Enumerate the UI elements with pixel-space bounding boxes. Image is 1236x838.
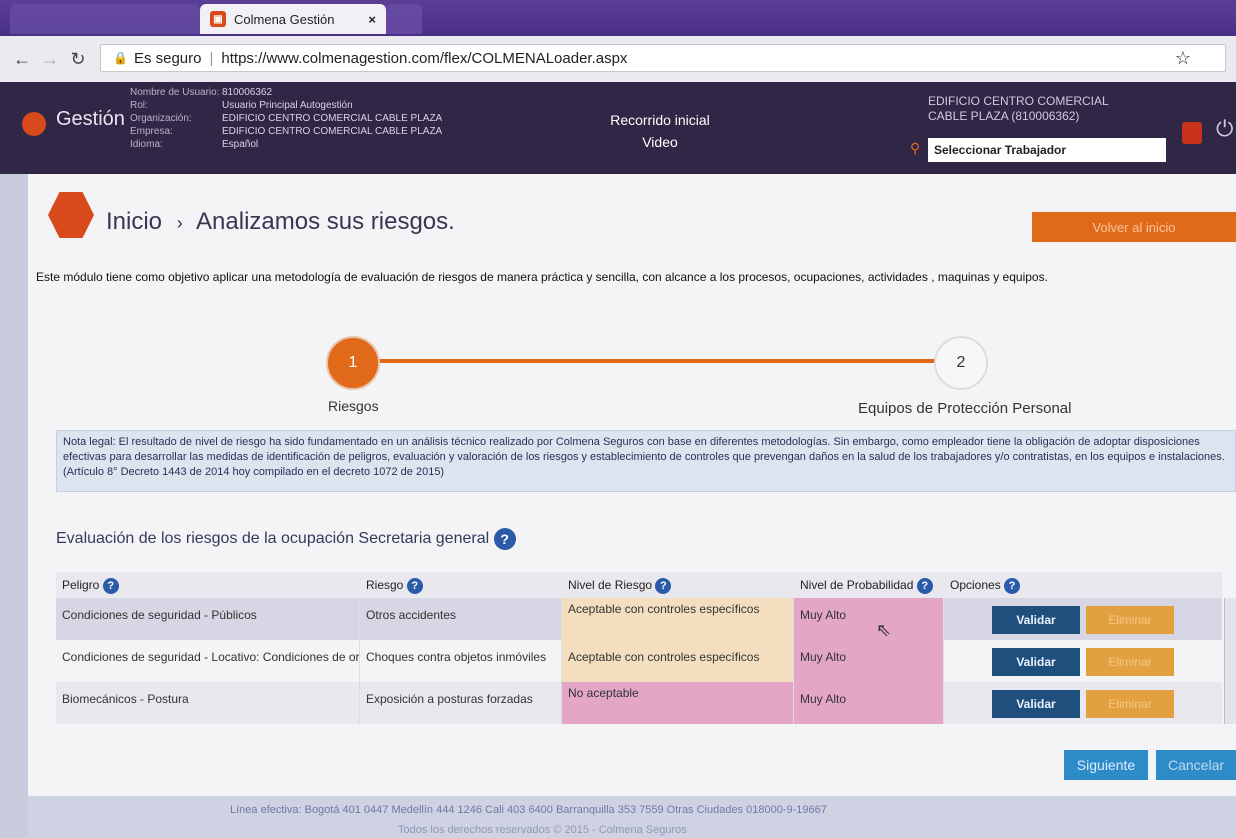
reload-icon[interactable]: ↻ (64, 49, 92, 70)
delete-button[interactable]: Eliminar (1086, 648, 1174, 676)
table-header: Peligro ? Riesgo ? Nivel de Riesgo ? Niv… (56, 572, 1222, 599)
tab-previous[interactable] (10, 4, 200, 34)
cell-nivel-riesgo: Aceptable con controles específicos (562, 598, 794, 640)
cell-peligro: Biomecánicos - Postura (56, 682, 360, 724)
step-1-label: Riesgos (328, 398, 379, 414)
forward-arrow-icon[interactable]: → (36, 49, 64, 70)
address-bar[interactable]: 🔒 Es seguro | https://www.colmenagestion… (100, 44, 1226, 72)
breadcrumb-current: Analizamos sus riesgos. (196, 208, 455, 235)
help-icon[interactable]: ? (1004, 578, 1021, 594)
bookmark-star-icon[interactable]: ☆ (1175, 48, 1191, 69)
cell-nivel-probabilidad: Muy Alto (794, 682, 944, 724)
cell-riesgo: Exposición a posturas forzadas (360, 682, 562, 724)
back-to-home-button[interactable]: Volver al inicio (1032, 212, 1236, 242)
help-icon[interactable]: ? (406, 578, 423, 594)
value-language: Español (222, 139, 259, 150)
legal-note: Nota legal: El resultado de nivel de rie… (56, 430, 1236, 492)
evaluation-title: Evaluación de los riesgos de la ocupació… (56, 528, 516, 550)
validate-button[interactable]: Validar (992, 690, 1080, 718)
cell-peligro: Condiciones de seguridad - Locativo: Con… (56, 640, 360, 682)
intro-text: Este módulo tiene como objetivo aplicar … (36, 270, 1048, 284)
browser-tab-strip: ▣ Colmena Gestión × (0, 0, 1236, 36)
col-nivel-probabilidad: Nivel de Probabilidad ? (800, 578, 933, 594)
label-language: Idioma: (130, 139, 163, 150)
tab-title: Colmena Gestión (234, 11, 335, 27)
breadcrumb-separator: › (176, 213, 183, 233)
table-row[interactable]: Condiciones de seguridad - Públicos Otro… (56, 598, 1222, 640)
tour-link[interactable]: Recorrido inicial (590, 112, 730, 128)
cell-nivel-riesgo: No aceptable (562, 682, 794, 724)
col-opciones: Opciones ? (950, 578, 1021, 594)
step-1-circle[interactable]: 1 (326, 336, 380, 390)
video-link[interactable]: Video (590, 134, 730, 150)
logo-text: Gestión (56, 108, 125, 130)
validate-button[interactable]: Validar (992, 606, 1080, 634)
label-company: Empresa: (130, 126, 173, 137)
label-organization: Organización: (130, 113, 192, 124)
table-scrollbar[interactable] (1224, 598, 1236, 724)
help-icon[interactable]: ? (916, 578, 933, 594)
url-text: https://www.colmenagestion.com/flex/COLM… (221, 49, 628, 67)
mouse-cursor-icon: ⇖ (876, 620, 892, 640)
colmena-logo-icon (22, 112, 46, 136)
col-peligro: Peligro ? (62, 578, 119, 594)
cell-riesgo: Choques contra objetos inmóviles (360, 640, 562, 682)
next-button[interactable]: Siguiente (1064, 750, 1148, 780)
delete-button[interactable]: Eliminar (1086, 690, 1174, 718)
cancel-button[interactable]: Cancelar (1156, 750, 1236, 780)
footer-contact-line: Línea efectiva: Bogotá 401 0447 Medellín… (230, 804, 827, 816)
search-icon: ⚲ (910, 140, 921, 156)
power-icon[interactable]: ⏻ (1216, 116, 1233, 142)
alert-icon[interactable] (1182, 122, 1202, 144)
close-tab-icon[interactable]: × (368, 12, 376, 27)
value-username: 810006362 (222, 87, 273, 98)
tab-colmena[interactable]: ▣ Colmena Gestión × (200, 4, 386, 34)
breadcrumb-home[interactable]: Inicio (106, 208, 162, 235)
evaluation-title-text: Evaluación de los riesgos de la ocupació… (56, 530, 490, 548)
help-icon[interactable]: ? (655, 578, 672, 594)
cell-peligro: Condiciones de seguridad - Públicos (56, 598, 360, 640)
delete-button[interactable]: Eliminar (1086, 606, 1174, 634)
left-side-strip (0, 174, 28, 838)
validate-button[interactable]: Validar (992, 648, 1080, 676)
cell-nivel-probabilidad: Muy Alto (794, 598, 944, 640)
col-nivel-riesgo: Nivel de Riesgo ? (568, 578, 672, 594)
stepper-line (352, 359, 960, 363)
colmena-favicon-icon: ▣ (210, 11, 226, 27)
value-role: Usuario Principal Autogestión (222, 100, 353, 111)
user-info-values: 810006362 Usuario Principal Autogestión … (222, 86, 442, 151)
label-username: Nombre de Usuario: (130, 87, 220, 98)
footer-copyright: Todos los derechos reservados © 2015 - C… (398, 824, 687, 836)
value-organization: EDIFICIO CENTRO COMERCIAL CABLE PLAZA (222, 113, 443, 124)
new-tab-button[interactable] (386, 4, 422, 34)
breadcrumb: Inicio › Analizamos sus riesgos. (106, 208, 455, 236)
secure-label: Es seguro (133, 49, 202, 67)
value-company: EDIFICIO CENTRO COMERCIAL CABLE PLAZA (222, 126, 443, 137)
label-role: Rol: (130, 100, 148, 111)
lock-icon: 🔒 (113, 51, 128, 65)
back-arrow-icon[interactable]: ← (8, 49, 36, 70)
cell-nivel-riesgo: Aceptable con controles específicos (562, 640, 794, 682)
browser-toolbar: ← → ↻ 🔒 Es seguro | https://www.colmenag… (0, 36, 1236, 83)
table-row[interactable]: Condiciones de seguridad - Locativo: Con… (56, 640, 1222, 682)
cell-nivel-probabilidad: Muy Alto (794, 640, 944, 682)
worker-select-input[interactable]: Seleccionar Trabajador (928, 138, 1166, 162)
col-riesgo: Riesgo ? (366, 578, 423, 594)
table-row[interactable]: Biomecánicos - Postura Exposición a post… (56, 682, 1222, 724)
company-name: EDIFICIO CENTRO COMERCIAL CABLE PLAZA (8… (928, 94, 1109, 123)
user-info-labels: Nombre de Usuario: Rol: Organización: Em… (130, 86, 219, 151)
step-2-circle[interactable]: 2 (934, 336, 988, 390)
help-icon[interactable]: ? (102, 578, 119, 594)
step-2-label: Equipos de Protección Personal (858, 400, 1072, 417)
cell-riesgo: Otros accidentes (360, 598, 562, 640)
help-icon[interactable]: ? (493, 528, 516, 550)
